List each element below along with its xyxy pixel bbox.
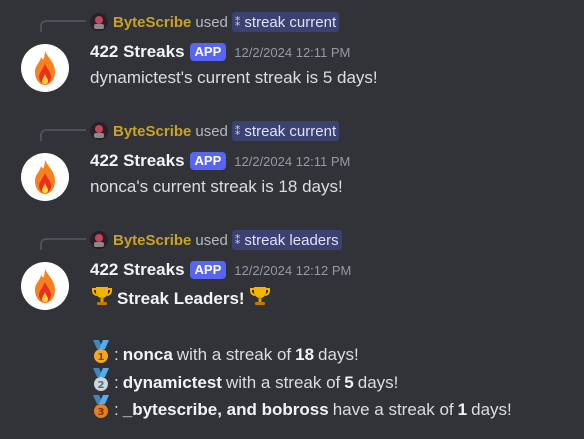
message-header: 422 Streaks APP 12/2/2024 12:11 PM — [90, 150, 350, 172]
reply-reference[interactable]: ByteScribe used ⁑ streak current — [90, 120, 340, 142]
app-badge: APP — [189, 43, 227, 61]
leader-row: 2 : dynamictest with a streak of 5 days! — [90, 368, 398, 397]
trophy-icon — [90, 284, 114, 313]
app-badge: APP — [189, 261, 227, 279]
bot-avatar-fire-icon — [35, 160, 55, 194]
leader-row: 3 : _bytescribe, and bobross have a stre… — [90, 395, 512, 424]
reply-spine — [40, 20, 86, 32]
reply-username[interactable]: ByteScribe — [113, 14, 191, 31]
reply-used-text: used — [195, 122, 228, 140]
reply-spine — [40, 129, 86, 141]
reply-spine — [40, 238, 86, 250]
bot-avatar[interactable] — [21, 262, 69, 310]
leader-row: 1 : nonca with a streak of 18 days! — [90, 340, 359, 369]
trophy-icon — [248, 284, 272, 313]
author-name[interactable]: 422 Streaks — [90, 260, 185, 280]
reply-used-text: used — [195, 231, 228, 249]
leader-mid-text: with a streak of — [176, 344, 292, 364]
third-place-medal-icon: 3 — [90, 395, 112, 424]
leader-mid-text: have a streak of — [332, 399, 454, 419]
command-mention[interactable]: ⁑ streak leaders — [231, 230, 342, 250]
second-place-medal-icon: 2 — [90, 368, 112, 397]
leader-tail-text: days! — [318, 344, 359, 364]
app-badge: APP — [189, 152, 227, 170]
leaderboard-title: Streak Leaders! — [90, 284, 272, 313]
leader-tail-text: days! — [357, 372, 399, 392]
slash-command-icon: ⁑ — [234, 234, 241, 247]
svg-text:2: 2 — [98, 380, 105, 391]
reply-username[interactable]: ByteScribe — [113, 123, 191, 140]
message-content: dynamictest's current streak is 5 days! — [90, 68, 378, 87]
leader-count: 18 — [295, 344, 315, 364]
author-name[interactable]: 422 Streaks — [90, 42, 185, 62]
svg-text:1: 1 — [98, 352, 105, 363]
leader-name: _bytescribe, and bobross — [122, 399, 329, 419]
command-name: streak current — [244, 122, 337, 140]
leader-separator: : — [114, 372, 119, 392]
timestamp[interactable]: 12/2/2024 12:11 PM — [234, 154, 350, 169]
leader-count: 1 — [457, 399, 468, 419]
slash-command-icon: ⁑ — [234, 125, 241, 138]
reply-reference[interactable]: ByteScribe used ⁑ streak leaders — [90, 229, 342, 251]
timestamp[interactable]: 12/2/2024 12:11 PM — [234, 45, 350, 60]
bot-avatar[interactable] — [21, 44, 69, 92]
message-header: 422 Streaks APP 12/2/2024 12:11 PM — [90, 41, 350, 63]
user-mini-avatar-icon[interactable] — [90, 122, 108, 140]
message-content: nonca's current streak is 18 days! — [90, 177, 343, 196]
command-mention[interactable]: ⁑ streak current — [231, 12, 340, 32]
bot-avatar-fire-icon — [35, 51, 55, 85]
leader-separator: : — [114, 399, 119, 419]
command-mention[interactable]: ⁑ streak current — [231, 121, 340, 141]
reply-used-text: used — [195, 13, 228, 31]
command-name: streak current — [244, 13, 337, 31]
leader-name: dynamictest — [122, 372, 222, 392]
slash-command-icon: ⁑ — [234, 16, 241, 29]
first-place-medal-icon: 1 — [90, 340, 112, 369]
bot-avatar-fire-icon — [35, 269, 55, 303]
bot-avatar[interactable] — [21, 153, 69, 201]
user-mini-avatar-icon[interactable] — [90, 231, 108, 249]
leader-name: nonca — [122, 344, 173, 364]
reply-reference[interactable]: ByteScribe used ⁑ streak current — [90, 11, 340, 33]
user-mini-avatar-icon[interactable] — [90, 13, 108, 31]
command-name: streak leaders — [244, 231, 339, 249]
leader-separator: : — [114, 344, 119, 364]
timestamp[interactable]: 12/2/2024 12:12 PM — [234, 263, 351, 278]
leader-mid-text: with a streak of — [225, 372, 341, 392]
leader-tail-text: days! — [471, 399, 512, 419]
leaderboard-title-text: Streak Leaders! — [117, 288, 245, 308]
reply-username[interactable]: ByteScribe — [113, 232, 191, 249]
leader-count: 5 — [344, 372, 354, 392]
author-name[interactable]: 422 Streaks — [90, 151, 185, 171]
message-header: 422 Streaks APP 12/2/2024 12:12 PM — [90, 259, 351, 281]
svg-text:3: 3 — [98, 407, 105, 418]
